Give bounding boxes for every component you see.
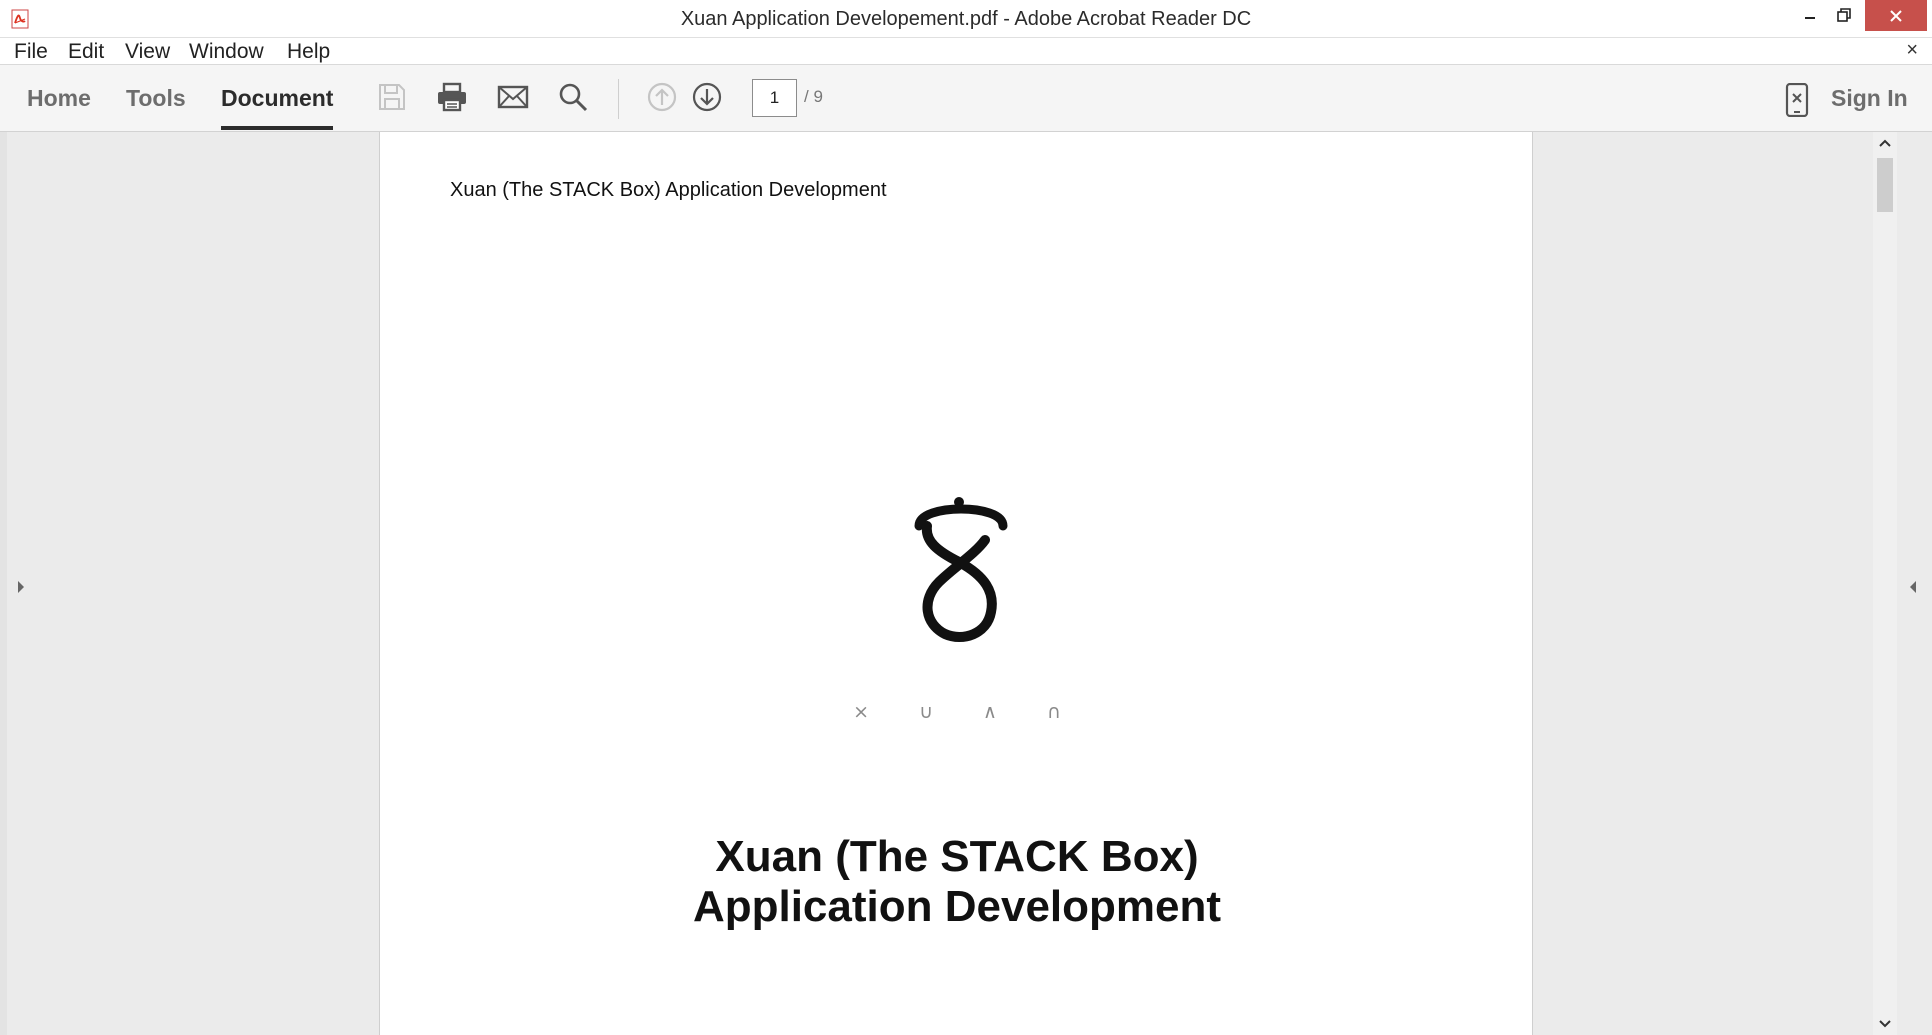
close-document-button[interactable]: × (1906, 39, 1918, 62)
print-icon (438, 82, 466, 112)
search-icon (559, 83, 588, 112)
xuan-logo-icon (914, 497, 1008, 642)
save-button[interactable] (374, 79, 410, 115)
sign-in-button[interactable]: Sign In (1831, 85, 1908, 112)
scroll-down-icon[interactable] (1878, 1019, 1892, 1029)
toolbar: Home Tools Document 1 / 9 Sign In (0, 65, 1932, 132)
page-up-icon (647, 82, 677, 112)
tab-tools[interactable]: Tools (126, 85, 186, 112)
title-bar: Xuan Application Developement.pdf - Adob… (0, 0, 1932, 37)
toolbar-separator (618, 79, 619, 119)
menu-edit[interactable]: Edit (68, 40, 104, 64)
mobile-link-icon[interactable] (1784, 83, 1810, 117)
left-panel-edge (0, 132, 7, 1035)
save-icon (379, 84, 405, 110)
close-icon (1890, 9, 1902, 22)
minimize-icon (1805, 17, 1815, 19)
page-down-icon (692, 82, 722, 112)
logo-wordmark: × ∪ ∧ ∩ (853, 701, 1083, 723)
next-page-button[interactable] (689, 79, 725, 115)
document-workspace: Xuan (The STACK Box) Application Develop… (0, 132, 1932, 1035)
tab-home[interactable]: Home (27, 85, 91, 112)
expand-right-panel-icon[interactable] (1908, 579, 1918, 595)
menu-view[interactable]: View (125, 40, 170, 64)
menu-bar: File Edit View Window Help × (0, 37, 1932, 65)
menu-window[interactable]: Window (189, 40, 264, 64)
print-button[interactable] (434, 79, 470, 115)
scroll-up-icon[interactable] (1878, 138, 1892, 148)
close-window-button[interactable] (1865, 0, 1927, 31)
expand-left-panel-icon[interactable] (16, 579, 26, 595)
active-tab-indicator (221, 126, 333, 130)
previous-page-button[interactable] (644, 79, 680, 115)
search-button[interactable] (555, 79, 591, 115)
menu-file[interactable]: File (14, 40, 48, 64)
email-icon (497, 85, 529, 109)
menu-help[interactable]: Help (287, 40, 330, 64)
page-number-input[interactable]: 1 (752, 79, 797, 117)
vertical-scrollbar[interactable] (1873, 132, 1897, 1035)
document-title-line-1: Xuan (The STACK Box) (715, 832, 1199, 881)
restore-icon (1837, 8, 1851, 22)
page-total: / 9 (804, 87, 823, 106)
window-title: Xuan Application Developement.pdf - Adob… (680, 8, 1252, 30)
acrobat-window: Xuan Application Developement.pdf - Adob… (0, 0, 1932, 1035)
tab-document[interactable]: Document (221, 85, 333, 112)
restore-button[interactable] (1822, 0, 1866, 30)
scrollbar-thumb[interactable] (1877, 158, 1893, 212)
email-button[interactable] (495, 79, 531, 115)
document-title: Xuan (The STACK Box) Application Develop… (380, 832, 1534, 932)
pdf-page: Xuan (The STACK Box) Application Develop… (379, 132, 1533, 1035)
document-title-line-2: Application Development (692, 882, 1222, 931)
page-running-header: Xuan (The STACK Box) Application Develop… (450, 179, 887, 201)
